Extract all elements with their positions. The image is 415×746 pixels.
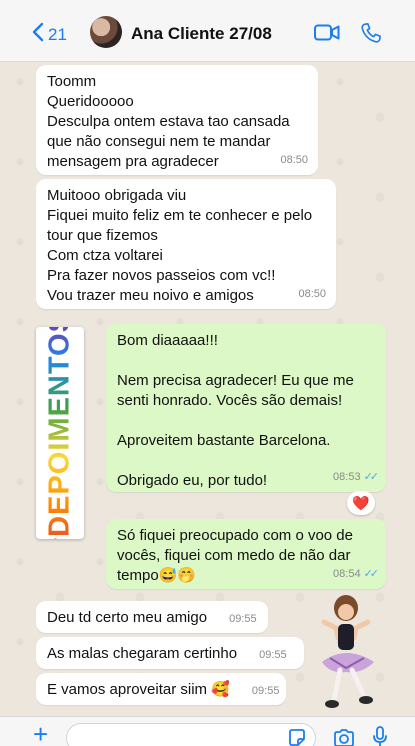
message-line: Vou trazer meu noivo e amigos xyxy=(47,287,254,304)
dancing-character-sticker xyxy=(312,592,384,718)
incoming-message[interactable]: Toomm Queridooooo Desculpa ontem estava … xyxy=(36,65,318,175)
back-button[interactable]: 21 xyxy=(32,22,67,47)
plus-icon[interactable]: + xyxy=(33,721,48,746)
depoimentos-sticker: #DEPOIMENTOS xyxy=(36,327,84,539)
message-time: 08:50 xyxy=(298,288,326,300)
message-line: senti honrado. Vocês são demais! xyxy=(117,392,343,409)
read-receipt-icon: ✓✓ xyxy=(363,568,380,580)
message-line: tour que fizemos xyxy=(47,227,158,244)
sticker-icon[interactable] xyxy=(288,729,306,746)
message-line: E vamos aproveitar siim 🥰 09:55 xyxy=(47,680,279,701)
unread-count: 21 xyxy=(48,24,67,44)
phone-icon[interactable] xyxy=(360,22,382,49)
message-time: 08:50 xyxy=(280,154,308,166)
message-line: Desculpa ontem estava tao cansada xyxy=(47,113,290,130)
message-line: que não consegui nem te mandar xyxy=(47,133,271,150)
incoming-message[interactable]: As malas chegaram certinho 09:55 xyxy=(36,637,304,669)
message-status: 08:54 ✓✓ xyxy=(333,564,380,584)
contact-name[interactable]: Ana Cliente 27/08 xyxy=(131,24,272,44)
message-line: Fiquei muito feliz em te conhecer e pelo xyxy=(47,207,313,224)
compose-bar: + xyxy=(0,716,415,746)
message-line: Bom diaaaaa!!! xyxy=(117,332,218,349)
message-text: As malas chegaram certinho xyxy=(47,645,238,662)
camera-icon[interactable] xyxy=(333,729,355,746)
incoming-message[interactable]: Deu td certo meu amigo 09:55 xyxy=(36,601,268,633)
contact-avatar[interactable] xyxy=(90,16,122,48)
incoming-message[interactable]: Muitooo obrigada viu Fiquei muito feliz … xyxy=(36,179,336,309)
message-line: Com ctza voltarei xyxy=(47,247,163,264)
message-line: Deu td certo meu amigo 09:55 xyxy=(47,608,258,629)
heart-icon: ❤️ xyxy=(352,494,370,511)
message-line: mensagem pra agradecer xyxy=(47,153,219,170)
message-time: 08:54 xyxy=(333,568,361,580)
message-time: 08:53 xyxy=(333,471,361,483)
message-line: Só fiquei preocupado com o voo de xyxy=(117,527,353,544)
microphone-icon[interactable] xyxy=(372,726,388,746)
outgoing-message[interactable]: Só fiquei preocupado com o voo de vocês,… xyxy=(106,519,386,589)
read-receipt-icon: ✓✓ xyxy=(363,471,380,483)
message-line: Toomm xyxy=(47,73,97,90)
message-line: Nem precisa agradecer! Eu que me xyxy=(117,372,354,389)
message-line: Pra fazer novos passeios com vc!! xyxy=(47,267,276,284)
message-time: 09:55 xyxy=(251,685,280,697)
message-text: Deu td certo meu amigo xyxy=(47,609,208,626)
heart-reaction[interactable]: ❤️ xyxy=(347,491,375,515)
outgoing-message[interactable]: Bom diaaaaa!!! Nem precisa agradecer! Eu… xyxy=(106,324,386,492)
chat-header: 21 Ana Cliente 27/08 xyxy=(0,0,415,62)
message-line: Queridooooo xyxy=(47,93,134,110)
incoming-message[interactable]: E vamos aproveitar siim 🥰 09:55 xyxy=(36,673,286,705)
message-time: 09:55 xyxy=(259,649,287,661)
message-line: vocês, fiquei com medo de não dar xyxy=(117,547,351,564)
message-text: E vamos aproveitar siim 🥰 xyxy=(47,681,230,698)
message-line: Muitooo obrigada viu xyxy=(47,187,187,204)
message-line: Aproveitem bastante Barcelona. xyxy=(117,432,331,449)
message-line: As malas chegaram certinho 09:55 xyxy=(47,644,294,665)
message-status: 08:53 ✓✓ xyxy=(333,467,380,487)
sticker-text: #DEPOIMENTOS xyxy=(44,327,77,539)
chevron-left-icon xyxy=(32,22,44,47)
message-input[interactable] xyxy=(66,723,316,746)
message-time: 09:55 xyxy=(229,613,257,625)
video-call-icon[interactable] xyxy=(314,24,340,46)
